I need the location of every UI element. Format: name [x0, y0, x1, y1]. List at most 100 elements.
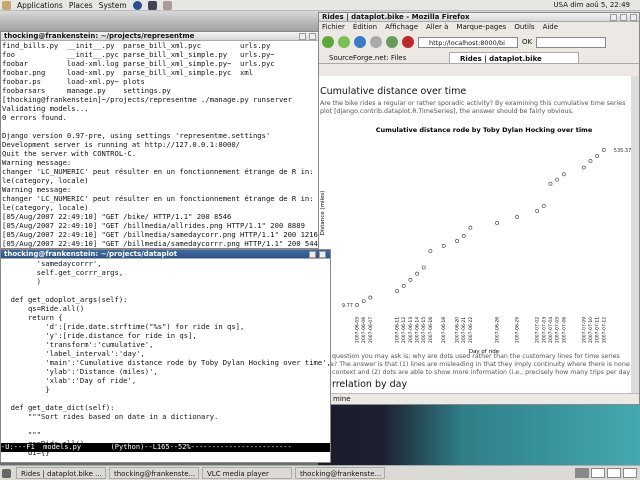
x-tick-label: 2007-07-06: [561, 317, 567, 343]
terminal-line: Warning message:: [2, 158, 72, 167]
terminal-line: 0 errors found.: [2, 113, 67, 122]
task-vlc[interactable]: VLC media player: [202, 467, 292, 479]
x-tick-label: 2007-07-11: [595, 317, 601, 343]
maximize-button[interactable]: [309, 33, 316, 40]
terminal-line: 'y':[ride.distance for ride in qs],: [2, 331, 197, 340]
emacs-buffer[interactable]: 'samedaycorrr', self.get_corrr_args, ) d…: [1, 259, 330, 457]
url-input[interactable]: http://localhost:8000/bi: [418, 36, 518, 48]
x-tick-label: 2007-07-04: [548, 317, 554, 343]
task-terminal-2[interactable]: thocking@frankenste...: [295, 467, 385, 479]
go-button[interactable]: OK: [522, 38, 532, 46]
terminal-line: foo __init__.pyc parse_bill_xml_simple.p…: [2, 50, 275, 59]
x-tick-label: 2007-07-09: [581, 317, 587, 343]
menu-aide[interactable]: Aide: [543, 22, 558, 32]
workspace-switcher[interactable]: [575, 468, 640, 478]
data-point: [408, 277, 413, 282]
data-point: [555, 177, 560, 182]
firefox-window[interactable]: Rides | dataplot.bike - Mozilla Firefox …: [318, 12, 640, 405]
terminal-line: le(category, locale): [2, 203, 89, 212]
window-title: thocking@frankenstein: ~/projects/datapl…: [4, 250, 178, 258]
terminal-line: 'main':'Cumulative distance rode by Toby…: [2, 358, 330, 367]
reload-icon[interactable]: [354, 36, 366, 48]
data-point: [441, 244, 446, 248]
terminal-line: changer 'LC_NUMERIC' peut résulter en un…: [2, 167, 318, 176]
maximize-button[interactable]: [620, 14, 627, 21]
title-bar[interactable]: Rides | dataplot.bike - Mozilla Firefox: [319, 13, 639, 22]
forward-icon[interactable]: [338, 36, 350, 48]
terminal-line: def get_odoplot_args(self):: [2, 295, 128, 304]
terminal-line: 'd':[ride.date.strftime("%s") for ride i…: [2, 322, 245, 331]
x-tick-label: 2007-07-02: [535, 317, 541, 343]
terminal-line: foobar load-xml.log parse_bill_xml_simpl…: [2, 59, 275, 68]
terminal-window-representme[interactable]: thocking@frankenstein: ~/projects/repres…: [0, 31, 319, 249]
terminal-line: Django version 0.97-pre, using settings …: [2, 131, 271, 140]
x-tick-label: 2007-06-16: [428, 317, 434, 343]
terminal-launcher-icon[interactable]: [147, 0, 157, 10]
x-tick-label: 2007-06-14: [415, 317, 421, 343]
minimize-button[interactable]: [299, 33, 306, 40]
menu-bar: Fichier Édition Affichage Aller à Marque…: [319, 22, 639, 32]
page-content: Cumulative distance over time Are the bi…: [319, 76, 633, 394]
title-bar[interactable]: thocking@frankenstein: ~/projects/repres…: [1, 32, 318, 41]
blocked-icon[interactable]: [402, 36, 414, 48]
home-icon[interactable]: [386, 36, 398, 48]
terminal-window-dataplot[interactable]: thocking@frankenstein: ~/projects/datapl…: [0, 249, 331, 463]
tab-rides[interactable]: Rides | dataplot.bike: [449, 52, 579, 63]
gnome-foot-icon: [2, 0, 11, 10]
task-firefox[interactable]: Rides | dataplot.bike ...: [16, 467, 106, 479]
terminal-line: 'transform':'cumulative',: [2, 340, 154, 349]
start-value-label: 9.77: [342, 303, 353, 309]
maximize-button[interactable]: [319, 251, 326, 258]
close-button[interactable]: [630, 14, 637, 21]
clock[interactable]: USA dim aoû 5, 22:49: [554, 1, 630, 9]
terminal-line: foobarsars manage.py settings.py: [2, 86, 171, 95]
x-tick-label: 2007-06-18: [441, 317, 447, 343]
section-heading: rrelation by day: [332, 379, 408, 390]
terminal-line: Validating models...: [2, 104, 89, 113]
terminal-line: 'label_interval':'day',: [2, 349, 145, 358]
data-point: [428, 249, 433, 253]
menu-edition[interactable]: Édition: [353, 22, 377, 32]
data-point: [415, 271, 419, 276]
tab-sourceforge[interactable]: SourceForge.net: Files: [319, 52, 449, 63]
back-icon[interactable]: [322, 36, 334, 48]
terminal-line: Warning message:: [2, 185, 72, 194]
data-point: [541, 203, 546, 208]
x-tick-label: 2007-07-10: [588, 317, 594, 343]
window-title: Rides | dataplot.bike - Mozilla Firefox: [322, 13, 470, 21]
browser-launcher-icon[interactable]: [132, 0, 142, 10]
terminal-line: 'samedaycorrr',: [2, 259, 102, 268]
task-terminal-1[interactable]: thocking@frankenste...: [109, 467, 199, 479]
minimize-button[interactable]: [610, 14, 617, 21]
menu-places[interactable]: Places: [69, 1, 93, 10]
terminal-line: changer 'LC_NUMERIC' peut résulter en un…: [2, 194, 318, 203]
x-tick-label: 2007-07-05: [555, 317, 561, 343]
x-tick-label: 2007-06-21: [461, 317, 467, 343]
gimp-launcher-icon[interactable]: [162, 0, 172, 10]
search-input[interactable]: [536, 36, 607, 48]
terminal-output[interactable]: find_bills.py __init__.py parse_bill_xml…: [1, 41, 318, 248]
terminal-line: 'xlab':'Day of ride',: [2, 376, 137, 385]
menu-outils[interactable]: Outils: [514, 22, 534, 32]
show-desktop-icon[interactable]: [2, 468, 11, 478]
title-bar[interactable]: thocking@frankenstein: ~/projects/datapl…: [1, 250, 330, 259]
menu-marque-pages[interactable]: Marque-pages: [456, 22, 506, 32]
data-point: [495, 221, 499, 225]
terminal-line: Development server is running at http://…: [2, 140, 240, 149]
stop-icon[interactable]: [370, 36, 382, 48]
x-tick-label: 2007-06-05: [355, 317, 361, 343]
menu-system[interactable]: System: [99, 1, 127, 10]
terminal-line: find_bills.py __init__.py parse_bill_xml…: [2, 41, 271, 50]
terminal-line: def get_date_dict(self):: [2, 403, 115, 412]
menu-applications[interactable]: Applications: [17, 1, 63, 10]
menu-fichier[interactable]: Fichier: [322, 22, 345, 32]
menu-affichage[interactable]: Affichage: [385, 22, 418, 32]
vertical-scrollbar[interactable]: [631, 76, 639, 394]
data-point: [395, 289, 399, 293]
status-bar: mine: [319, 393, 639, 404]
minimize-button[interactable]: [309, 251, 316, 258]
paragraph-line-2: a? The answer is that (1) lines are misl…: [330, 361, 633, 368]
menu-aller[interactable]: Aller à: [426, 22, 448, 32]
